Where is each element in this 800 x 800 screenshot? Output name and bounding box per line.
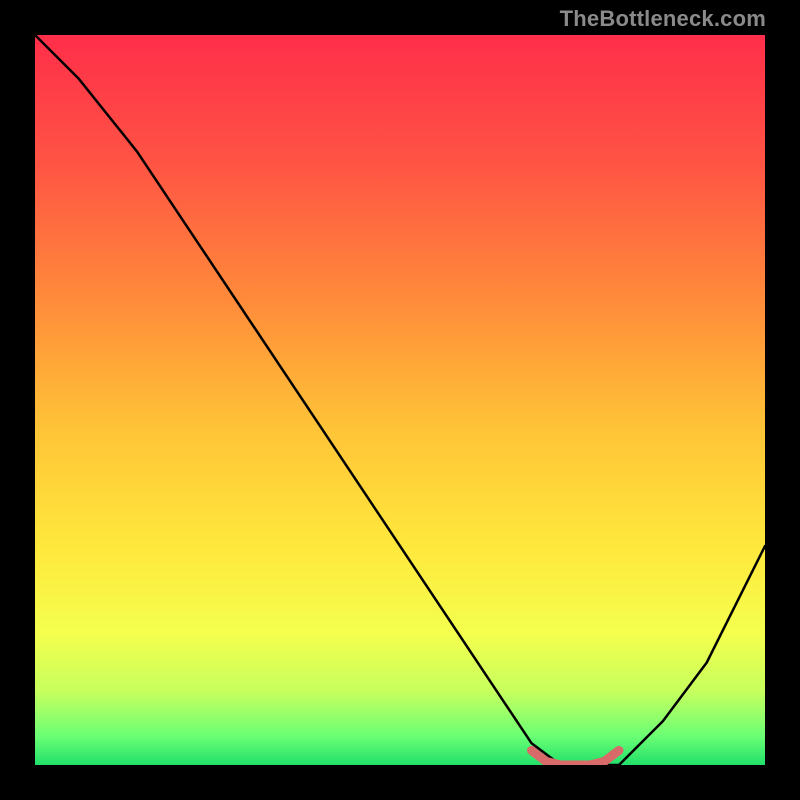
plot-area	[35, 35, 765, 765]
bottleneck-curve	[35, 35, 765, 765]
chart-frame: TheBottleneck.com	[0, 0, 800, 800]
curve-layer	[35, 35, 765, 765]
watermark-text: TheBottleneck.com	[560, 6, 766, 32]
